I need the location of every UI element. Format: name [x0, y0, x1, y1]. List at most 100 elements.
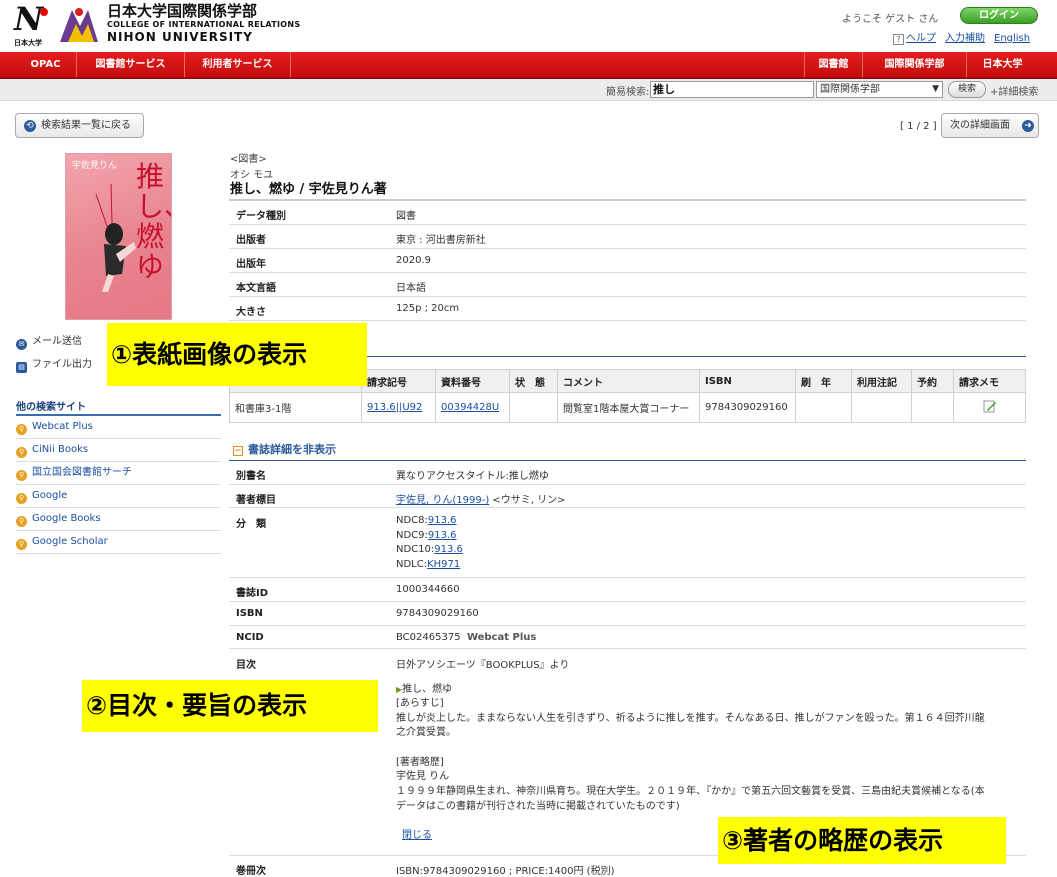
logo-sub: 日本大学 [14, 39, 42, 47]
detail-row-classification: 分 類 NDC8:913.6 NDC9:913.6 NDC10:913.6 ND… [229, 508, 1026, 578]
item-number-link[interactable]: 00394428U [441, 402, 499, 413]
bib-summary-table: データ種別 図書 出版者 東京 : 河出書房新社 出版年 2020.9 本文言語… [229, 199, 1026, 321]
nav-university[interactable]: 日本大学 [966, 52, 1038, 77]
author-reading: <ウサミ, リン> [489, 495, 566, 506]
nav-user-services[interactable]: 利用者サービス [185, 52, 291, 77]
college-name-en: COLLEGE OF INTERNATIONAL RELATIONS [107, 20, 301, 29]
bib-row: 出版者 東京 : 河出書房新社 [229, 225, 1026, 249]
other-site-google[interactable]: ⚲ Google [16, 485, 221, 508]
help-link[interactable]: ヘルプ [906, 33, 936, 44]
bio-heading: [著者略歴] [396, 757, 444, 768]
detail-label: 著者標目 [236, 495, 276, 506]
other-site-ndl[interactable]: ⚲ 国立国会図書館サーチ [16, 462, 221, 485]
detail-row-author: 著者標目 宇佐見, りん(1999-) <ウサミ, リン> [229, 485, 1026, 508]
bib-row-label: データ種別 [236, 211, 286, 222]
bib-row-value: 2020.9 [396, 255, 431, 266]
detail-value: 9784309029160 [396, 608, 479, 619]
search-icon: ⚲ [16, 493, 27, 504]
other-site-webcat[interactable]: ⚲ Webcat Plus [16, 416, 221, 439]
main-nav: OPAC 図書館サービス 利用者サービス 図書館 国際関係学部 日本大学 [0, 52, 1057, 79]
search-icon: ⚲ [16, 447, 27, 458]
search-button[interactable]: 検索 [948, 81, 986, 98]
other-site-google-scholar[interactable]: ⚲ Google Scholar [16, 531, 221, 554]
holding-print-year [795, 392, 852, 423]
holding-status [509, 392, 558, 423]
other-site-cinii[interactable]: ⚲ CiNii Books [16, 439, 221, 462]
detail-row-ncid: NCID BC02465375 Webcat Plus [229, 626, 1026, 649]
quick-search-input[interactable]: 推し [650, 81, 814, 98]
toc-source: 日外アソシエーツ『BOOKPLUS』より [396, 660, 570, 671]
holdings-header: コメント [557, 369, 700, 393]
advanced-search-link[interactable]: +詳細検索 [990, 83, 1038, 98]
mail-send-label: メール送信 [32, 336, 82, 347]
author-link[interactable]: 宇佐見, りん(1999-) [396, 495, 489, 506]
detail-value: 異なりアクセスタイトル:推し燃ゆ [396, 471, 549, 482]
logo-n-mark: N [14, 0, 44, 38]
mail-send-link[interactable]: ✉ メール送信 [16, 331, 82, 353]
login-button[interactable]: ログイン [960, 7, 1038, 24]
other-site-label: Google Books [32, 513, 101, 524]
toc-item: 推し、燃ゆ [402, 684, 453, 695]
webcat-plus-link[interactable]: Webcat Plus [467, 632, 536, 643]
book-cover-image[interactable]: 宇佐見りん 推し、燃ゆ [65, 153, 172, 320]
other-site-label: Webcat Plus [32, 421, 93, 432]
nav-library[interactable]: 図書館 [804, 52, 862, 77]
detail-value: 1000344660 [396, 584, 460, 595]
holding-item-number-cell: 00394428U [435, 392, 510, 423]
ncid-value: BC02465375 [396, 632, 461, 643]
college-name-jp: 日本大学国際関係学部 [107, 2, 258, 20]
class-link[interactable]: 913.6 [434, 544, 463, 555]
class-prefix: NDC8: [396, 515, 428, 526]
next-detail-button[interactable]: 次の詳細画面 ➜ [941, 113, 1039, 138]
back-arrow-icon: ⟲ [24, 120, 36, 132]
detail-label: 分 類 [236, 519, 266, 530]
file-export-link[interactable]: ▤ ファイル出力 [16, 354, 92, 376]
class-link[interactable]: KH971 [427, 559, 460, 570]
class-prefix: NDC9: [396, 529, 428, 541]
other-site-google-books[interactable]: ⚲ Google Books [16, 508, 221, 531]
holdings-header: 資料番号 [435, 369, 510, 393]
help-icon: ? [893, 34, 904, 45]
site-header: N 日本大学 日本大学国際関係学部 COLLEGE OF INTERNATION… [0, 0, 1057, 52]
detail-label: 目次 [236, 660, 256, 671]
detail-value: 宇佐見, りん(1999-) <ウサミ, リン> [396, 491, 566, 506]
file-export-label: ファイル出力 [32, 359, 92, 370]
nihon-university-logo[interactable]: N 日本大学 [14, 0, 52, 47]
search-icon: ⚲ [16, 424, 27, 435]
nav-college[interactable]: 国際関係学部 [862, 52, 966, 77]
book-title: 推し、燃ゆ / 宇佐見りん著 [230, 182, 387, 197]
back-to-results-button[interactable]: ⟲ 検索結果一覧に戻る [15, 113, 144, 138]
holdings-header: ISBN [699, 369, 796, 393]
cover-title: 推し、燃ゆ [136, 160, 171, 283]
college-emblem-icon [60, 8, 98, 42]
material-type: <図書> [230, 154, 267, 165]
collapse-icon: − [233, 446, 243, 456]
holding-location: 和書庫3-1階 [229, 392, 362, 423]
nav-opac[interactable]: OPAC [15, 52, 77, 77]
class-link[interactable]: 913.6 [428, 530, 457, 541]
chevron-down-icon: ▼ [932, 84, 939, 94]
search-scope-select[interactable]: 国際関係学部 ▼ [816, 81, 943, 98]
close-toc-link[interactable]: 閉じる [402, 829, 432, 843]
classification-list: NDC8:913.6 NDC9:913.6 NDC10:913.6 NDLC:K… [396, 514, 463, 572]
detail-label: 書誌ID [236, 588, 269, 599]
toggle-bib-detail[interactable]: − 書誌詳細を非表示 [233, 441, 336, 457]
input-help-link[interactable]: 入力補助 [945, 33, 985, 44]
search-icon: ⚲ [16, 470, 27, 481]
other-site-label: Google Scholar [32, 536, 108, 547]
bib-row: 大きさ 125p ; 20cm [229, 297, 1026, 321]
request-memo-cell [953, 392, 1026, 423]
memo-pencil-icon[interactable] [983, 399, 997, 413]
bib-detail-table: 別書名 異なりアクセスタイトル:推し燃ゆ 著者標目 宇佐見, りん(1999-)… [229, 461, 1026, 877]
call-number-link[interactable]: 913.6||U92 [367, 402, 422, 413]
classification-item: NDC10:913.6 [396, 543, 463, 558]
detail-label: NCID [236, 632, 264, 643]
university-name-en: NIHON UNIVERSITY [107, 30, 253, 44]
class-link[interactable]: 913.6 [428, 515, 457, 526]
nav-library-services[interactable]: 図書館サービス [77, 52, 185, 77]
holdings-header: 請求記号 [361, 369, 436, 393]
logo-red-dot [40, 8, 48, 16]
holding-call-number-cell: 913.6||U92 [361, 392, 436, 423]
english-link[interactable]: English [994, 33, 1030, 44]
search-icon: ⚲ [16, 539, 27, 550]
